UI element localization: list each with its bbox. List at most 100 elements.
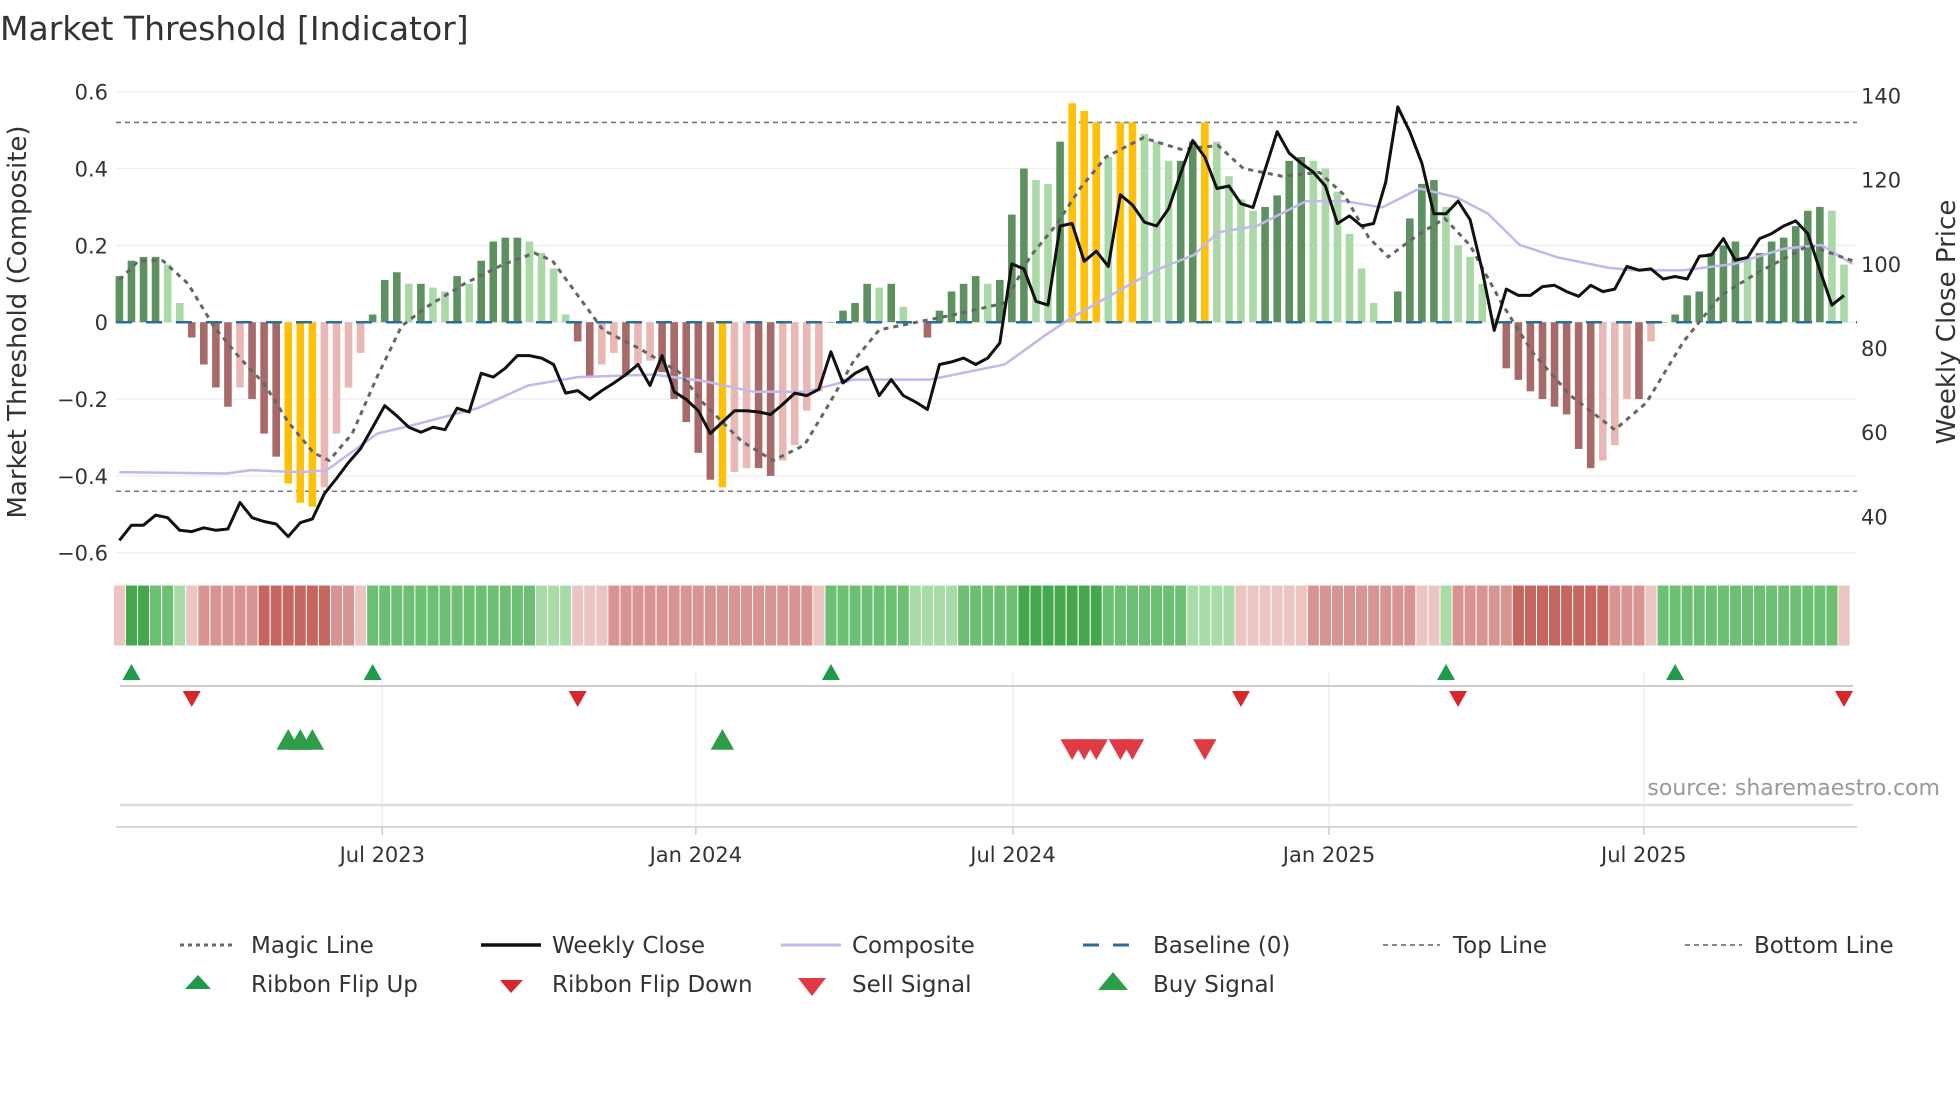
histogram-bar (875, 287, 883, 323)
ribbon-cell (1234, 584, 1248, 647)
histogram-bar (827, 322, 835, 323)
ribbon-cell (474, 584, 488, 647)
histogram-bar (260, 322, 268, 434)
histogram-bar (790, 322, 799, 446)
ribbon-cell (1029, 584, 1043, 647)
ribbon-cell (486, 584, 500, 647)
ribbon-cell (1379, 584, 1393, 647)
histogram-bar (682, 322, 691, 423)
ribbon-cell (1644, 584, 1658, 647)
ribbon-cell (1535, 584, 1550, 647)
ribbon-cell (402, 584, 416, 647)
histogram-bar (622, 322, 630, 376)
ribbon-cell (390, 584, 404, 647)
histogram-bar (766, 322, 775, 476)
histogram-bar (1128, 122, 1137, 323)
histogram-bar (501, 237, 510, 323)
histogram-bar (453, 276, 461, 323)
ribbon-cell (342, 584, 356, 647)
ribbon-cell (860, 584, 874, 647)
legend-close: Weekly Close (552, 933, 705, 959)
triangle-up-icon (1098, 972, 1128, 990)
ribbon-cell (1101, 584, 1115, 647)
ribbon-cell (1789, 584, 1803, 647)
ribbon-cell (197, 584, 211, 647)
histogram-bar (742, 322, 751, 469)
ribbon-flip-down-marker (182, 691, 201, 707)
ribbon-cell (305, 584, 319, 647)
ribbon-cell (1367, 584, 1381, 647)
histogram-bar (344, 322, 353, 388)
histogram-bar (1586, 322, 1595, 469)
axes: 0.6 0.4 0.2 0 −0.2 −0.4 −0.6 140 120 100 80 60 40 Jul… (57, 81, 1901, 867)
triangle-down-icon (500, 980, 523, 993)
ribbon-cell (281, 584, 295, 647)
histogram-bar (1406, 218, 1414, 323)
ribbon-cell (1741, 584, 1755, 647)
histogram-bar (1140, 133, 1149, 323)
histogram-bar (754, 322, 763, 469)
ribbon-cell (1041, 584, 1055, 647)
ribbon-cell (173, 584, 187, 647)
ribbon-cell (571, 584, 585, 647)
ribbon-cell (257, 584, 271, 647)
ribbon-cell (800, 584, 814, 647)
ribbon-cell (1596, 584, 1610, 647)
ribbon-cell (221, 584, 235, 647)
histogram-bar (573, 322, 582, 342)
ribbon-cell (1150, 584, 1164, 647)
ribbon-cell (691, 584, 705, 647)
ribbon-cell (1053, 584, 1067, 647)
histogram-bar (200, 322, 208, 365)
histogram-bar (115, 276, 124, 323)
legend: Magic Line Weekly Close Composite Baseli… (180, 933, 1894, 998)
histogram-bar (308, 322, 317, 507)
ribbon-cell (1801, 584, 1815, 647)
ribbon-cell (595, 584, 609, 647)
y-tick-right: 60 (1861, 421, 1888, 445)
ribbon-cell (1065, 584, 1079, 647)
histogram-bar (1840, 264, 1848, 323)
histogram-bar (380, 279, 389, 323)
ribbon-cell (631, 584, 645, 647)
histogram-bar (513, 237, 522, 323)
histogram-bar (887, 283, 896, 323)
ribbon-cell (510, 584, 524, 647)
histogram-bar (694, 322, 703, 453)
ribbon-cell (535, 584, 549, 647)
ribbon-cell (426, 584, 440, 647)
ribbon-cell (583, 584, 597, 647)
ribbon-cell (619, 584, 633, 647)
ribbon-cell (872, 584, 886, 647)
histogram-bar (465, 283, 473, 323)
ribbon-cell (161, 584, 175, 647)
ribbon-cell (824, 584, 838, 647)
histogram-bars (115, 103, 1848, 507)
ribbon-cell (703, 584, 717, 647)
ribbon-cell (679, 584, 693, 647)
histogram-bar (634, 322, 642, 365)
histogram-bar (1092, 122, 1101, 323)
histogram-bar (923, 322, 932, 338)
ribbon-cell (740, 584, 754, 647)
ribbon-cell (293, 584, 307, 647)
histogram-bar (1164, 160, 1173, 323)
histogram-bar (248, 322, 256, 400)
ribbon-cell (209, 584, 223, 647)
ribbon-cell (1174, 584, 1188, 647)
triangle-down-icon (798, 978, 826, 996)
ribbon-cell (1668, 584, 1682, 647)
ribbon-cell (1463, 584, 1477, 647)
histogram-bar (1418, 183, 1426, 323)
histogram-bar (1309, 160, 1318, 323)
ribbon-cell (1777, 584, 1791, 647)
ribbon-cell (1837, 584, 1851, 647)
y-tick-left: −0.2 (57, 388, 108, 412)
histogram-bar (959, 283, 968, 323)
ribbon-cell (1499, 584, 1513, 647)
ribbon-cell (1753, 584, 1767, 647)
histogram-bar (489, 241, 498, 323)
ribbon-cell (1548, 584, 1562, 647)
ribbon-cell (1584, 584, 1598, 647)
ribbon-cell (124, 584, 139, 647)
